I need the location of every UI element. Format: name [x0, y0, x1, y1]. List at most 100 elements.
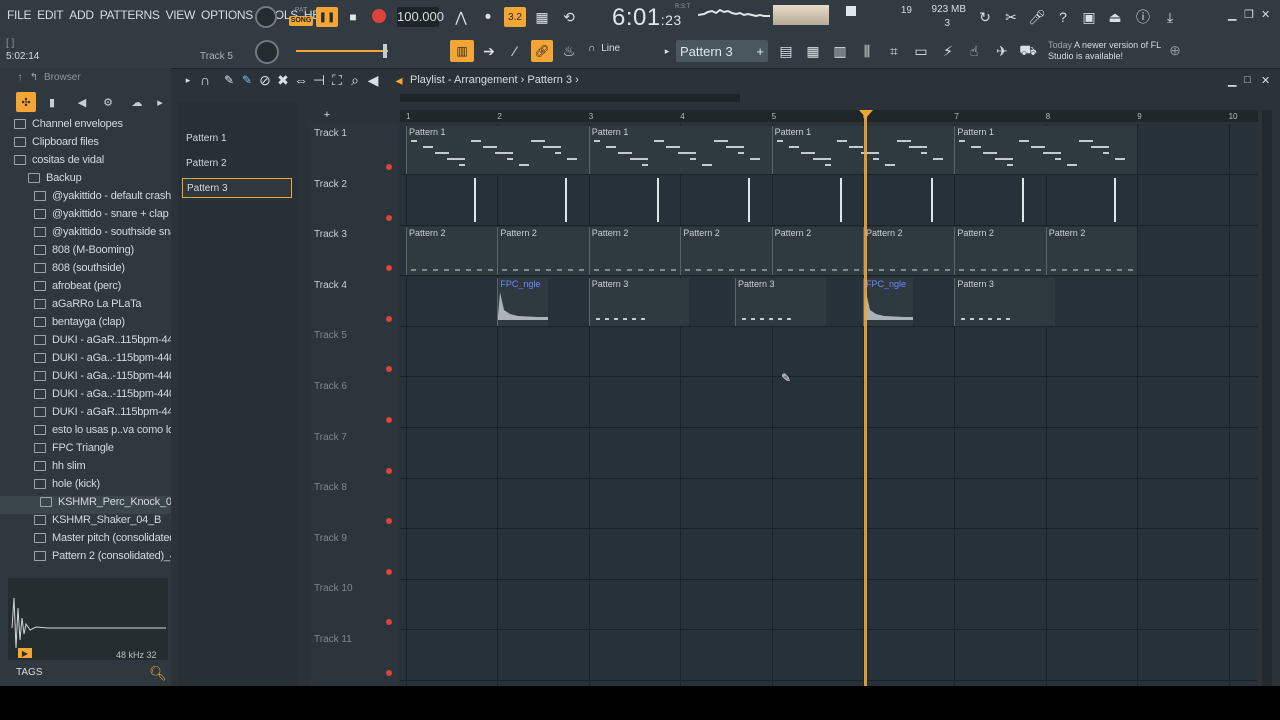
- browser-folder[interactable]: Channel envelopes: [0, 118, 171, 136]
- playlist-maximize-icon[interactable]: □: [1244, 74, 1251, 86]
- browser-file[interactable]: hole (kick): [0, 478, 171, 496]
- arrangement-grid[interactable]: Pattern 1 Pattern 1 Pattern 1 Pattern 1 Patt…: [400, 124, 1258, 686]
- save-icon[interactable]: ▣: [1079, 7, 1099, 27]
- minimize-icon[interactable]: ▁: [1228, 8, 1236, 21]
- playlist-clip[interactable]: FPC_ngle: [497, 277, 548, 326]
- playhead-marker[interactable]: [859, 110, 873, 118]
- bird-icon[interactable]: ✈︎: [992, 41, 1012, 61]
- playlist-clip[interactable]: Pattern 2: [497, 227, 589, 276]
- playlist-clip[interactable]: Pattern 2: [406, 227, 498, 276]
- arrow-right-icon[interactable]: ➔: [478, 41, 500, 61]
- browser-plugins-icon[interactable]: ⚙: [98, 92, 118, 112]
- pat-song-toggle[interactable]: PAT SONG: [289, 6, 313, 30]
- track-label[interactable]: Track 4: [314, 280, 394, 291]
- browser-file[interactable]: @yakittido - southside snare: [0, 226, 171, 244]
- delete-icon[interactable]: ⊘: [258, 72, 272, 88]
- track-label[interactable]: Track 8: [314, 482, 394, 493]
- track-record-dot[interactable]: [386, 619, 392, 626]
- browser-file[interactable]: Pattern 2 (consolidated)_4: [0, 550, 171, 568]
- playlist-clip[interactable]: Pattern 2: [954, 227, 1046, 276]
- channel-volume-knob[interactable]: [255, 40, 279, 64]
- track-lane[interactable]: [400, 529, 1258, 580]
- up-arrow-icon[interactable]: ↑: [14, 70, 26, 84]
- paint-icon[interactable]: ✎: [240, 73, 254, 87]
- browser-file[interactable]: 808 (M-Booming): [0, 244, 171, 262]
- playlist-button[interactable]: ▥: [450, 40, 474, 62]
- touch-icon[interactable]: ☝︎: [964, 41, 984, 61]
- hat-icon[interactable]: ♨: [558, 41, 580, 61]
- browser-file[interactable]: afrobeat (perc): [0, 280, 171, 298]
- browser-file[interactable]: FPC Triangle: [0, 442, 171, 460]
- file-icon[interactable]: ▭: [911, 41, 931, 61]
- track-lane[interactable]: [400, 377, 1258, 428]
- play-button[interactable]: ❚❚: [316, 7, 338, 27]
- playlist-clip[interactable]: Pattern 2: [588, 227, 681, 276]
- browser-folder[interactable]: cositas de vidal: [0, 154, 171, 172]
- playlist-clip[interactable]: Pattern 3: [954, 277, 1055, 326]
- browser-file[interactable]: DUKI - aGaR..115bpm-440hz: [0, 334, 171, 352]
- blend-notes-icon[interactable]: ▦: [531, 7, 553, 27]
- track-label[interactable]: Track 9: [314, 533, 394, 544]
- browser-folder[interactable]: Backup: [0, 172, 171, 190]
- automation-point[interactable]: [565, 177, 568, 222]
- browser-cloud-icon[interactable]: ☁: [127, 92, 147, 112]
- snap-link-button[interactable]: 🔗︎: [531, 40, 553, 62]
- playlist-vertical-scroll[interactable]: [1262, 110, 1272, 686]
- track-record-dot[interactable]: [386, 417, 392, 423]
- search-icon[interactable]: 🔍︎: [149, 665, 167, 681]
- master-pitch-thumb[interactable]: [383, 44, 387, 58]
- track-record-dot[interactable]: [386, 214, 392, 221]
- back-icon[interactable]: ↰: [28, 70, 40, 84]
- playlist-clip[interactable]: Pattern 2: [680, 227, 772, 276]
- track-label[interactable]: Track 1: [314, 128, 394, 139]
- track-record-dot[interactable]: [386, 467, 392, 474]
- track-lane[interactable]: [400, 478, 1258, 530]
- tempo-display[interactable]: 100.000: [397, 7, 444, 27]
- preview-play-icon[interactable]: ▶: [18, 648, 32, 658]
- track-record-dot[interactable]: [386, 670, 392, 676]
- slice-icon[interactable]: ⊣: [312, 72, 326, 88]
- playlist-clip[interactable]: Pattern 2: [863, 227, 955, 276]
- pattern-picker-item[interactable]: Pattern 1: [182, 128, 292, 148]
- browser-file[interactable]: DUKI - aGa..-115bpm-440hz: [0, 388, 171, 406]
- add-pattern-icon[interactable]: +: [756, 44, 764, 59]
- brush-icon[interactable]: ⁄: [504, 41, 526, 61]
- track-record-dot[interactable]: [386, 164, 392, 170]
- step-edit-button[interactable]: 3.2: [504, 7, 526, 27]
- pattern-selector[interactable]: Pattern 3 +: [676, 40, 768, 62]
- track-record-dot[interactable]: [386, 265, 392, 272]
- magnet-snap-icon[interactable]: ∩: [198, 72, 212, 88]
- playlist-menu-icon[interactable]: ▸: [182, 74, 194, 86]
- playlist-close-icon[interactable]: ✕: [1261, 74, 1270, 87]
- playlist-clip[interactable]: Pattern 3: [588, 277, 690, 326]
- pattern-picker-item[interactable]: Pattern 3: [182, 178, 292, 198]
- mic-icon[interactable]: 🎤︎: [1027, 7, 1047, 27]
- playlist-minimize-icon[interactable]: ▁: [1228, 74, 1236, 87]
- browser-file[interactable]: DUKI - aGa..-115bpm-440hz: [0, 370, 171, 388]
- browser-file[interactable]: @yakittido - default crash: [0, 190, 171, 208]
- browser-file[interactable]: aGaRRo La PLaTa: [0, 298, 171, 316]
- undo-icon[interactable]: ↻: [975, 7, 995, 27]
- tags-label[interactable]: TAGS: [16, 667, 42, 678]
- news-panel[interactable]: Today A newer version of FL Studio is av…: [1048, 40, 1168, 62]
- metronome-icon[interactable]: ⋀: [450, 7, 472, 27]
- browser-all-icon[interactable]: ✣: [16, 92, 36, 112]
- track-label[interactable]: Track 5: [314, 330, 394, 341]
- wait-for-input-icon[interactable]: ⏺: [477, 7, 499, 27]
- automation-point[interactable]: [931, 177, 933, 222]
- browser-file[interactable]: Master pitch (consolidated): [0, 532, 171, 550]
- playlist-clip[interactable]: Pattern 2: [771, 227, 863, 276]
- menu-edit[interactable]: EDIT: [34, 8, 66, 22]
- playlist-clip[interactable]: FPC_ngle: [863, 277, 914, 326]
- loop-record-icon[interactable]: ⟲: [558, 7, 580, 27]
- routing-icon[interactable]: ⌗: [884, 41, 904, 61]
- chevron-right-icon[interactable]: ▸: [662, 43, 672, 59]
- track-record-dot[interactable]: [386, 518, 392, 525]
- browser-file[interactable]: @yakittido - snare + clap: [0, 208, 171, 226]
- download-icon[interactable]: ⤓: [1160, 7, 1180, 27]
- pencil-icon[interactable]: ✎: [222, 73, 236, 87]
- info-icon[interactable]: ⓘ: [1133, 7, 1153, 27]
- browser-files-icon[interactable]: ▮: [42, 92, 62, 112]
- restore-icon[interactable]: ❐: [1244, 8, 1254, 21]
- browser-file[interactable]: DUKI - aGa..-115bpm-440hz: [0, 352, 171, 370]
